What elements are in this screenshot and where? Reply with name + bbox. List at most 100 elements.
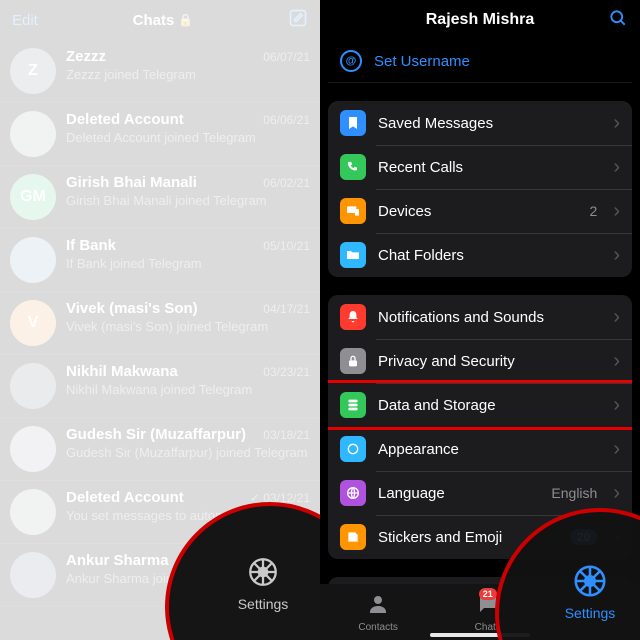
circle-icon	[340, 436, 366, 462]
settings-row-recent-calls[interactable]: Recent Calls ›	[328, 145, 632, 189]
chat-row[interactable]: Gudesh Sir (Muzaffarpur) 03/18/21 Gudesh S…	[0, 418, 320, 481]
settings-row-saved-messages[interactable]: Saved Messages ›	[328, 101, 632, 145]
gear-icon	[571, 587, 609, 604]
at-icon: @	[340, 50, 362, 72]
set-username-row[interactable]: @ Set Username	[328, 40, 632, 83]
chevron-right-icon: ›	[613, 395, 620, 415]
devices-icon	[340, 198, 366, 224]
chat-row[interactable]: If Bank 05/10/21 If Bank joined Telegram	[0, 229, 320, 292]
globe-icon	[340, 480, 366, 506]
settings-row-appearance[interactable]: Appearance ›	[328, 427, 632, 471]
chat-row[interactable]: GMGirish Bhai Manali06/02/21Girish Bhai …	[0, 166, 320, 229]
settings-row-chat-folders[interactable]: Chat Folders ›	[328, 233, 632, 277]
avatar	[10, 552, 56, 598]
chevron-right-icon: ›	[613, 307, 620, 327]
left-screenshot: Edit Chats 🔒 Z Zezzz 06/07/21 Zezzz joined …	[0, 0, 320, 640]
tab-contacts[interactable]: Contacts	[358, 592, 397, 633]
settings-tab-active[interactable]: Settings	[565, 562, 616, 621]
chevron-right-icon: ›	[613, 201, 620, 221]
chat-name: Deleted Account	[66, 489, 184, 506]
row-label: Privacy and Security	[378, 353, 601, 370]
chat-row[interactable]: V Vivek (masi's Son) 04/17/21 Vivek (masi's…	[0, 292, 320, 355]
row-trail: 2	[590, 203, 598, 219]
chat-date: 06/07/21	[263, 50, 310, 64]
profile-name: Rajesh Mishra	[426, 11, 534, 29]
chat-subtitle: If Bank joined Telegram	[66, 256, 310, 271]
settings-row-privacy-and-security[interactable]: Privacy and Security ›	[328, 339, 632, 383]
row-label: Saved Messages	[378, 115, 601, 132]
row-label: Data and Storage	[378, 397, 601, 414]
avatar: V	[10, 300, 56, 346]
chevron-right-icon: ›	[613, 245, 620, 265]
avatar: Z	[10, 48, 56, 94]
chevron-right-icon: ›	[613, 483, 620, 503]
row-label: Appearance	[378, 441, 601, 458]
avatar	[10, 426, 56, 472]
settings-row-notifications-and-sounds[interactable]: Notifications and Sounds ›	[328, 295, 632, 339]
chevron-right-icon: ›	[613, 439, 620, 459]
row-label: Chat Folders	[378, 247, 601, 264]
tab-contacts-label: Contacts	[358, 622, 397, 633]
chat-row[interactable]: Deleted Account 06/06/21 Deleted Account j…	[0, 103, 320, 166]
avatar	[10, 489, 56, 535]
row-trail: English	[551, 485, 597, 501]
lock-icon: 🔒	[178, 13, 193, 27]
settings-tab[interactable]: Settings	[238, 555, 289, 612]
sticker-icon	[340, 524, 366, 550]
chat-name: Zezzz	[66, 48, 106, 65]
settings-group-1: Saved Messages›Recent Calls›Devices2›Cha…	[328, 101, 632, 277]
chat-subtitle: Gudesh Sir (Muzaffarpur) joined Telegram	[66, 445, 310, 460]
chat-name: Gudesh Sir (Muzaffarpur)	[66, 426, 246, 443]
chat-date: 03/23/21	[263, 365, 310, 379]
avatar	[10, 363, 56, 409]
avatar	[10, 237, 56, 283]
row-label: Notifications and Sounds	[378, 309, 601, 326]
chat-name: Deleted Account	[66, 111, 184, 128]
phone-icon	[340, 154, 366, 180]
chat-row[interactable]: Z Zezzz 06/07/21 Zezzz joined Telegram	[0, 40, 320, 103]
avatar	[10, 111, 56, 157]
chats-title: Chats 🔒	[133, 12, 194, 29]
avatar: GM	[10, 174, 56, 220]
bookmark-icon	[340, 110, 366, 136]
chat-date: 06/02/21	[263, 176, 310, 190]
chevron-right-icon: ›	[613, 113, 620, 133]
chat-row[interactable]: Nikhil Makwana 03/23/21 Nikhil Makwana joi…	[0, 355, 320, 418]
chat-name: Nikhil Makwana	[66, 363, 178, 380]
chat-date: 03/18/21	[263, 428, 310, 442]
settings-row-devices[interactable]: Devices 2 ›	[328, 189, 632, 233]
chats-header: Edit Chats 🔒	[0, 0, 320, 40]
chat-name: Vivek (masi's Son)	[66, 300, 198, 317]
compose-icon[interactable]	[288, 8, 308, 32]
set-username-label: Set Username	[374, 53, 470, 70]
settings-tab-label: Settings	[238, 596, 289, 612]
chat-subtitle: Girish Bhai Manali joined Telegram	[66, 193, 310, 208]
chat-subtitle: Vivek (masi's Son) joined Telegram	[66, 319, 310, 334]
chats-badge: 21	[479, 588, 497, 600]
chat-date: 05/10/21	[263, 239, 310, 253]
row-label: Language	[378, 485, 539, 502]
settings-tab-active-label: Settings	[565, 605, 616, 621]
chevron-right-icon: ›	[613, 157, 620, 177]
settings-scroll[interactable]: @ Set Username Saved Messages›Recent Cal…	[320, 40, 640, 584]
folder-icon	[340, 242, 366, 268]
edit-button[interactable]: Edit	[12, 12, 38, 29]
settings-header: Rajesh Mishra	[320, 0, 640, 40]
bell-icon	[340, 304, 366, 330]
chat-date: 04/17/21	[263, 302, 310, 316]
settings-row-data-and-storage[interactable]: Data and Storage ›	[328, 380, 632, 430]
chat-date: 06/06/21	[263, 113, 310, 127]
row-label: Recent Calls	[378, 159, 601, 176]
chat-subtitle: Nikhil Makwana joined Telegram	[66, 382, 310, 397]
search-icon[interactable]	[608, 8, 628, 33]
chevron-right-icon: ›	[613, 351, 620, 371]
gear-icon	[246, 576, 280, 593]
chat-subtitle: Deleted Account joined Telegram	[66, 130, 310, 145]
chat-name: If Bank	[66, 237, 116, 254]
chat-subtitle: Zezzz joined Telegram	[66, 67, 310, 82]
right-screenshot: Rajesh Mishra @ Set Username Saved Messa…	[320, 0, 640, 640]
chat-name: Ankur Sharma	[66, 552, 169, 569]
row-label: Devices	[378, 203, 578, 220]
lock-icon	[340, 348, 366, 374]
data-icon	[340, 392, 366, 418]
